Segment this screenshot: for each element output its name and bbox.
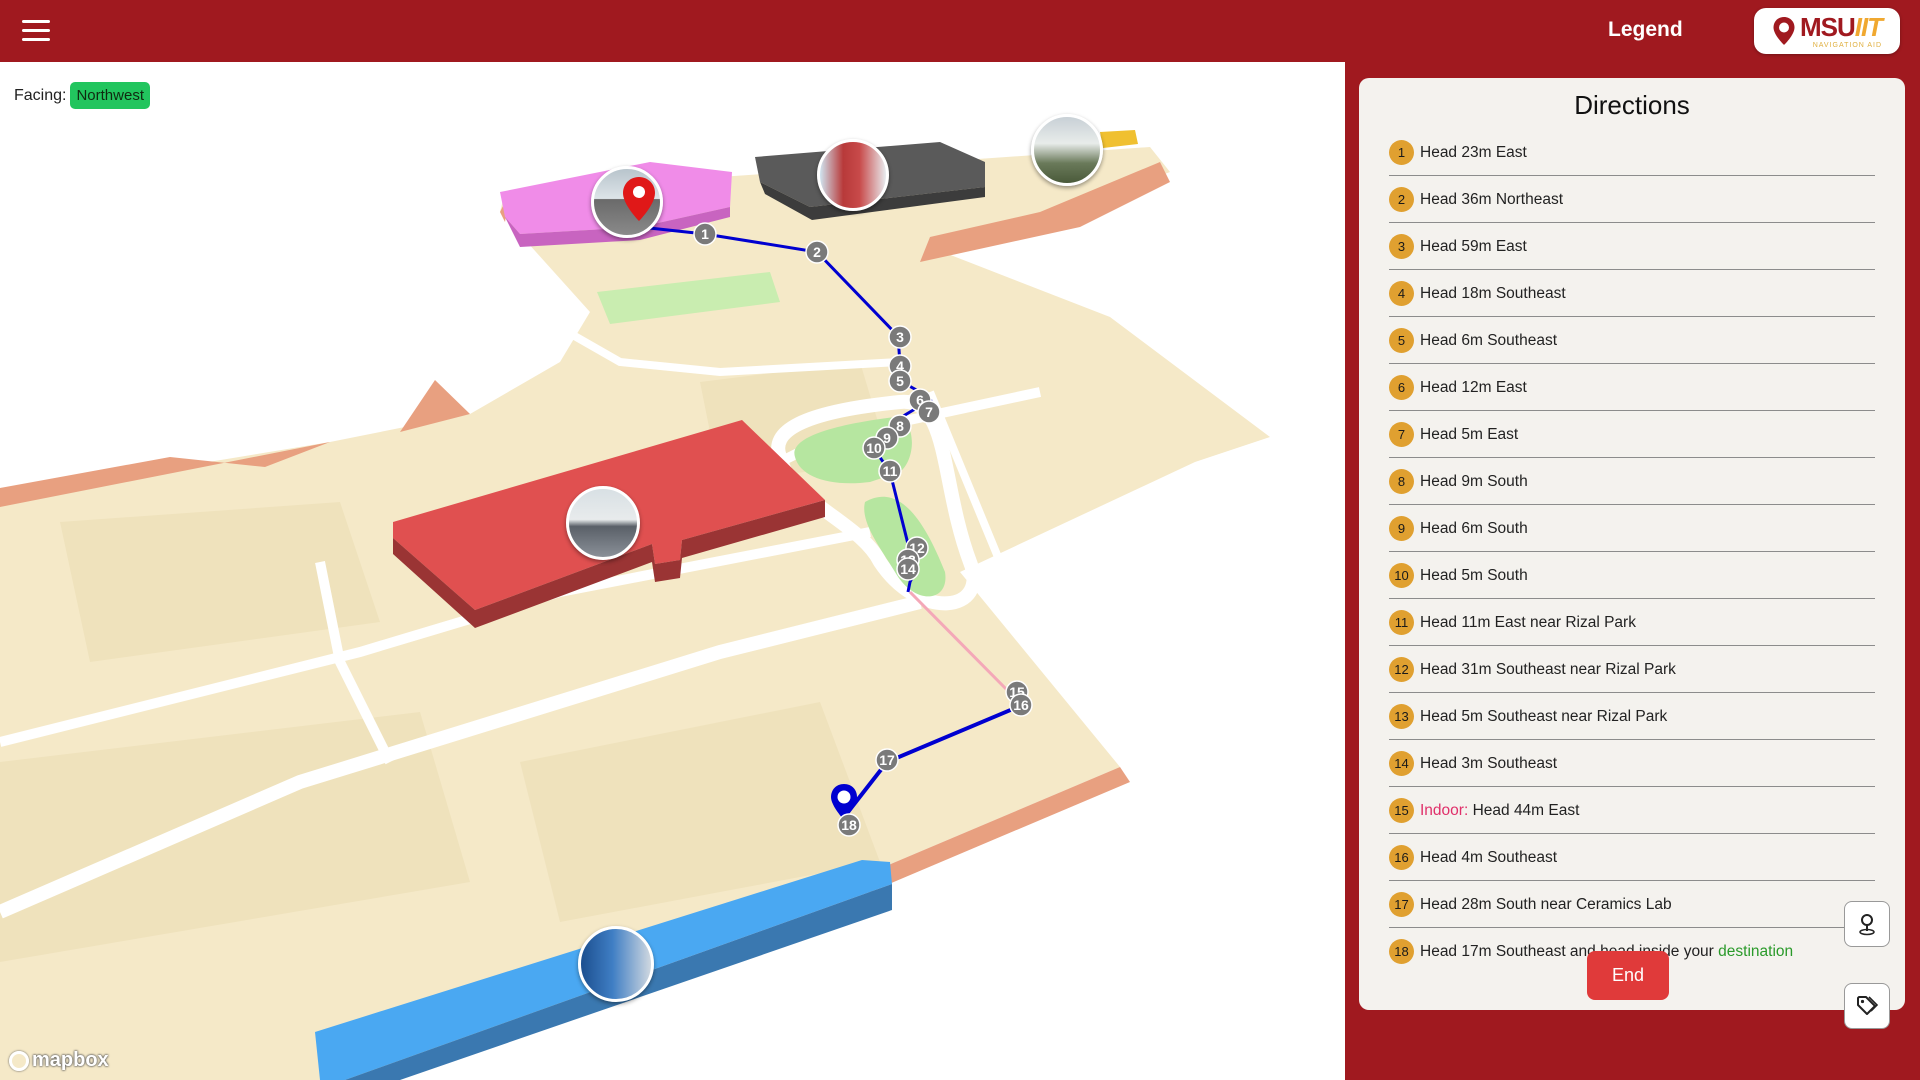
directions-panel: Directions 1 Head 23m East 2 Head 36m Nort…: [1359, 78, 1905, 1010]
step-number-badge: 8: [1389, 469, 1414, 494]
step-text-body: Head 17m Southeast and head inside your: [1420, 942, 1714, 960]
step-number-badge: 18: [1389, 939, 1414, 964]
step-text: Head 5m South: [1420, 566, 1528, 584]
direction-step[interactable]: 17 Head 28m South near Ceramics Lab: [1389, 882, 1875, 928]
directions-title: Directions: [1574, 90, 1690, 120]
step-text: Head 12m East: [1420, 378, 1527, 396]
indoor-label: Indoor:: [1420, 801, 1469, 819]
tags-button[interactable]: [1844, 983, 1890, 1029]
app-logo: MSUIIT NAVIGATION AID: [1754, 8, 1900, 54]
direction-step[interactable]: 13 Head 5m Southeast near Rizal Park: [1389, 694, 1875, 740]
step-number-badge: 5: [1389, 328, 1414, 353]
map-pin-icon: [1859, 914, 1875, 936]
direction-step[interactable]: 7 Head 5m East: [1389, 412, 1875, 458]
facing-label: Facing:: [14, 86, 67, 104]
step-number-badge: 13: [1389, 704, 1414, 729]
step-text-body: Head 44m East: [1472, 801, 1580, 819]
direction-step[interactable]: 9 Head 6m South: [1389, 506, 1875, 552]
step-number-badge: 14: [1389, 751, 1414, 776]
logo-text-iit: IIT: [1854, 11, 1883, 42]
step-number-badge: 4: [1389, 281, 1414, 306]
step-number-badge: 1: [1389, 140, 1414, 165]
direction-step[interactable]: 10 Head 5m South: [1389, 553, 1875, 599]
destination-label: destination: [1718, 942, 1794, 960]
building-photo-marker[interactable]: [566, 486, 640, 560]
step-text: Indoor: Head 44m East: [1420, 802, 1579, 820]
step-text: Head 18m Southeast: [1420, 284, 1566, 302]
step-number-badge: 7: [1389, 422, 1414, 447]
mapbox-attribution[interactable]: mapbox: [9, 1049, 109, 1072]
mapbox-attribution-text: mapbox: [32, 1049, 109, 1071]
step-text: Head 6m Southeast: [1420, 331, 1558, 349]
direction-step[interactable]: 4 Head 18m Southeast: [1389, 271, 1875, 317]
step-text: Head 36m Northeast: [1420, 190, 1564, 208]
step-text: Head 4m Southeast: [1420, 848, 1558, 866]
legend-button[interactable]: Legend: [1608, 18, 1683, 42]
step-text: Head 5m East: [1420, 425, 1519, 443]
building-photo-marker[interactable]: [578, 926, 654, 1002]
facing-indicator: Facing: Northwest: [14, 82, 150, 109]
direction-step[interactable]: 5 Head 6m Southeast: [1389, 318, 1875, 364]
top-bar: Legend MSUIIT NAVIGATION AID: [0, 0, 1920, 62]
step-text: Head 11m East near Rizal Park: [1420, 613, 1636, 631]
direction-step[interactable]: 11 Head 11m East near Rizal Park: [1389, 600, 1875, 646]
tag-icon: [1857, 996, 1879, 1015]
step-number-badge: 10: [1389, 563, 1414, 588]
start-location-pin-icon[interactable]: [622, 176, 656, 222]
step-number-badge: 16: [1389, 845, 1414, 870]
direction-step[interactable]: 2 Head 36m Northeast: [1389, 177, 1875, 223]
building-photo-marker[interactable]: [817, 139, 889, 211]
direction-step[interactable]: 6 Head 12m East: [1389, 365, 1875, 411]
step-number-badge: 6: [1389, 375, 1414, 400]
facing-direction-badge: Northwest: [70, 82, 150, 109]
destination-pin-icon[interactable]: [829, 782, 859, 822]
step-number-badge: 2: [1389, 187, 1414, 212]
location-pin-icon: [1773, 17, 1795, 45]
step-text: Head 31m Southeast near Rizal Park: [1420, 660, 1676, 678]
end-navigation-button[interactable]: End: [1587, 951, 1669, 1000]
step-number-badge: 11: [1389, 610, 1414, 635]
building-yellow: [1100, 130, 1138, 148]
step-text: Head 23m East: [1420, 143, 1527, 161]
direction-step[interactable]: 3 Head 59m East: [1389, 224, 1875, 270]
step-number-badge: 12: [1389, 657, 1414, 682]
step-text: Head 5m Southeast near Rizal Park: [1420, 707, 1668, 725]
step-text: Head 28m South near Ceramics Lab: [1420, 895, 1672, 913]
step-text: Head 59m East: [1420, 237, 1527, 255]
location-marker-button[interactable]: [1844, 901, 1890, 947]
building-photo-marker[interactable]: [1031, 114, 1103, 186]
step-text: Head 9m South: [1420, 472, 1528, 490]
logo-subtitle: NAVIGATION AID: [1812, 41, 1883, 49]
step-number-badge: 3: [1389, 234, 1414, 259]
step-text: Head 3m Southeast: [1420, 754, 1558, 772]
campus-map[interactable]: [0, 62, 1345, 1080]
step-text: Head 6m South: [1420, 519, 1528, 537]
directions-list: 1 Head 23m East 2 Head 36m Northeast 3 Head…: [1389, 130, 1875, 975]
step-number-badge: 9: [1389, 516, 1414, 541]
step-number-badge: 15: [1389, 798, 1414, 823]
direction-step[interactable]: 16 Head 4m Southeast: [1389, 835, 1875, 881]
menu-icon[interactable]: [22, 20, 50, 42]
step-number-badge: 17: [1389, 892, 1414, 917]
logo-text-msu: MSU: [1799, 11, 1856, 42]
direction-step[interactable]: 1 Head 23m East: [1389, 130, 1875, 176]
direction-step[interactable]: 12 Head 31m Southeast near Rizal Park: [1389, 647, 1875, 693]
mapbox-logo-icon: [9, 1050, 29, 1071]
direction-step[interactable]: 8 Head 9m South: [1389, 459, 1875, 505]
map-view[interactable]: 1 2 3 4 5 6 7 8 9 10 11 12 13 14 15 16 1…: [0, 62, 1345, 1080]
direction-step[interactable]: 15 Indoor: Head 44m East: [1389, 788, 1875, 834]
direction-step[interactable]: 14 Head 3m Southeast: [1389, 741, 1875, 787]
